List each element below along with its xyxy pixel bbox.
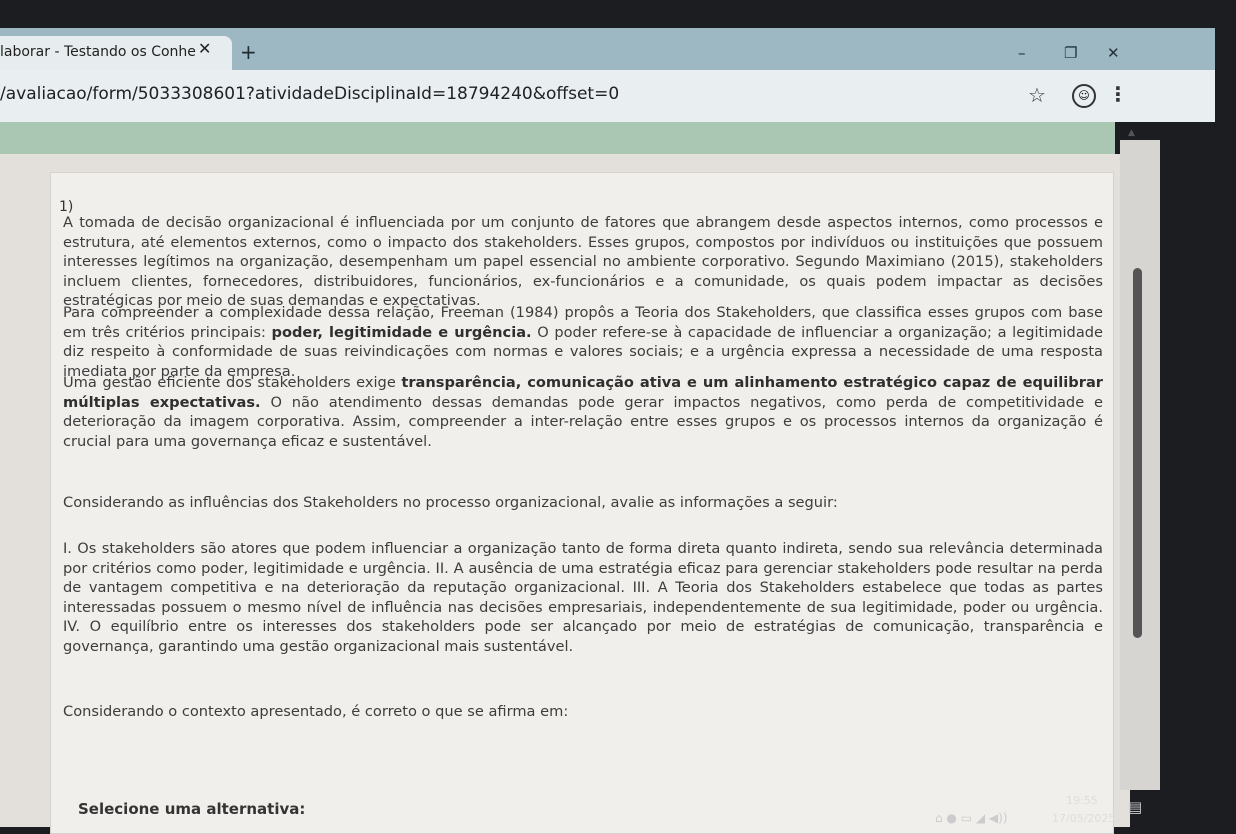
url-field[interactable]: /avaliacao/form/5033308601?atividadeDisc…	[0, 84, 619, 104]
browser-menu-icon[interactable]: ⋮	[1108, 82, 1128, 106]
scroll-up-icon[interactable]: ▲	[1128, 128, 1135, 138]
scrollbar-thumb[interactable]	[1133, 268, 1142, 638]
browser-tab[interactable]: laborar - Testando os Conhe ✕	[0, 36, 232, 70]
notification-icon[interactable]: ▤	[1128, 798, 1142, 816]
question-closing: Considerando o contexto apresentado, é c…	[63, 703, 569, 720]
minimize-icon[interactable]: –	[1018, 44, 1026, 62]
profile-icon[interactable]: ☺	[1072, 84, 1096, 108]
paragraph-intro: A tomada de decisão organizacional é inf…	[63, 214, 1103, 309]
tab-close-icon[interactable]: ✕	[198, 39, 211, 58]
statements-list: I. Os stakeholders são atores que podem …	[63, 540, 1103, 655]
select-alternative-label: Selecione uma alternativa:	[78, 800, 306, 818]
system-tray-icons[interactable]: ⌂ ● ▭ ◢ ◀))	[935, 811, 1008, 825]
address-bar: /avaliacao/form/5033308601?atividadeDisc…	[0, 70, 1215, 122]
taskbar-date: 17/05/2025	[1052, 812, 1116, 825]
browser-titlebar: laborar - Testando os Conhe ✕ + – ❐ ✕	[0, 28, 1215, 70]
restore-icon[interactable]: ❐	[1064, 44, 1077, 62]
paragraph-theory: Para compreender a complexidade dessa re…	[63, 304, 1104, 380]
new-tab-icon[interactable]: +	[240, 40, 257, 64]
tab-title: laborar - Testando os Conhe	[0, 44, 196, 60]
paragraph-management: Uma gestão eficiente dos stakeholders ex…	[63, 374, 1104, 450]
bookmark-star-icon[interactable]: ☆	[1028, 83, 1046, 107]
question-card: 1) A tomada de decisão organizacional é …	[50, 172, 1114, 834]
page-header-band	[0, 122, 1115, 154]
taskbar-time: 19:55	[1066, 794, 1098, 807]
close-window-icon[interactable]: ✕	[1107, 44, 1120, 62]
question-prompt: Considerando as influências dos Stakehol…	[63, 494, 838, 511]
